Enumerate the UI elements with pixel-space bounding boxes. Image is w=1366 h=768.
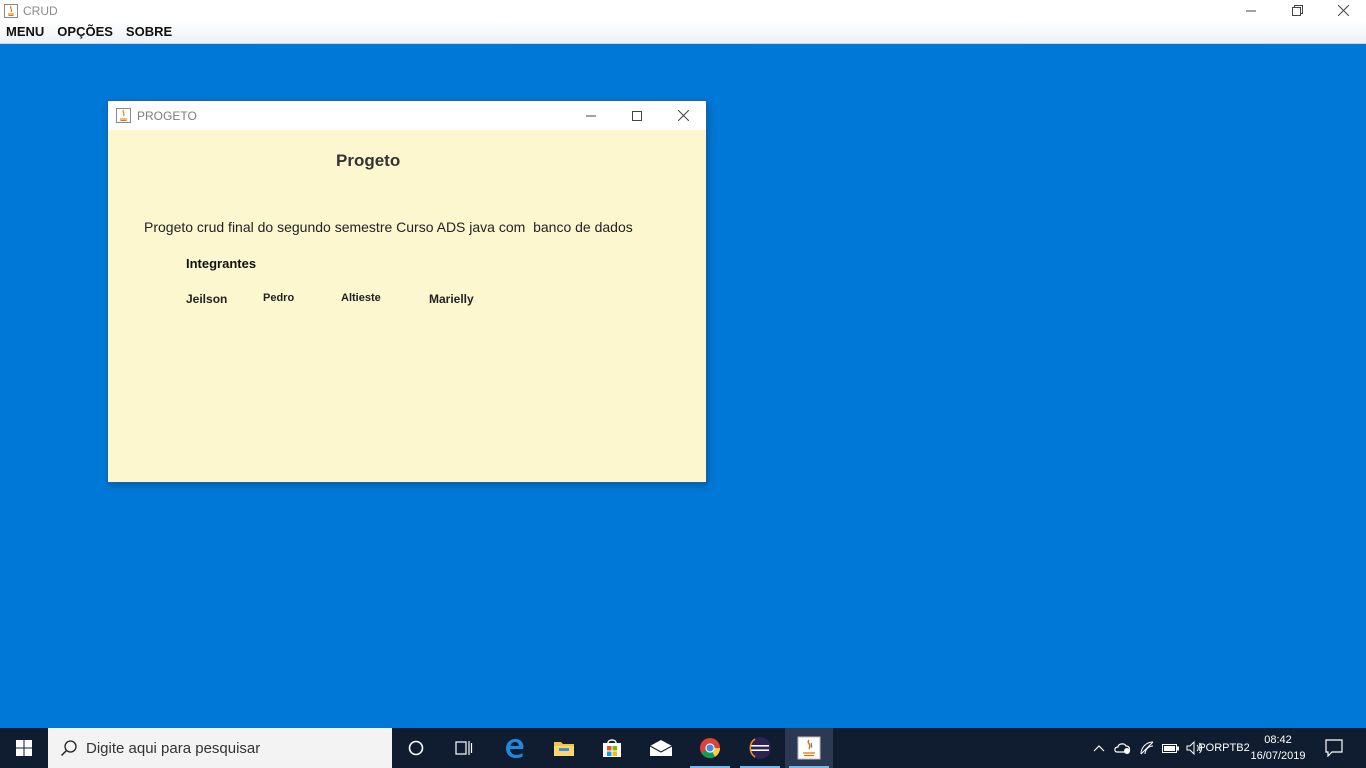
dialog-heading: Progeto bbox=[336, 151, 401, 170]
clock-date: 16/07/2019 bbox=[1250, 750, 1306, 762]
java-icon bbox=[797, 736, 821, 760]
project-description: Progeto crud final do segundo semestre C… bbox=[144, 219, 633, 235]
dialog-title: PROGETO bbox=[137, 108, 197, 123]
file-explorer-icon bbox=[554, 742, 574, 756]
minimize-icon bbox=[586, 115, 596, 116]
menu-bar: MENU OPÇÕES SOBRE bbox=[0, 21, 1366, 44]
store-icon bbox=[603, 739, 621, 757]
menu-menu[interactable]: MENU bbox=[0, 21, 50, 43]
dialog-close-button[interactable] bbox=[660, 101, 706, 130]
menu-opcoes[interactable]: OPÇÕES bbox=[51, 21, 119, 43]
chrome-icon bbox=[700, 738, 721, 759]
dialog-minimize-button[interactable] bbox=[568, 101, 614, 130]
app-titlebar: CRUD bbox=[0, 0, 1366, 21]
progeto-dialog: PROGETO Progeto Progeto crud final do se… bbox=[108, 101, 706, 482]
restore-icon bbox=[1291, 5, 1303, 16]
dialog-maximize-button[interactable] bbox=[614, 101, 660, 130]
chrome-button[interactable] bbox=[686, 728, 734, 768]
wifi-icon bbox=[1140, 741, 1154, 755]
clock-button[interactable]: 08:42 16/07/2019 bbox=[1244, 728, 1312, 768]
action-center-button[interactable] bbox=[1316, 728, 1352, 768]
mail-button[interactable] bbox=[637, 728, 685, 768]
store-button[interactable] bbox=[588, 728, 636, 768]
java-icon bbox=[4, 3, 18, 18]
chevron-up-icon bbox=[1093, 745, 1105, 752]
member-name: Jeilson bbox=[186, 292, 228, 306]
onedrive-tray-button[interactable] bbox=[1112, 728, 1134, 768]
member-name: Altieste bbox=[341, 292, 381, 304]
task-view-button[interactable] bbox=[440, 728, 488, 768]
members-label: Integrantes bbox=[186, 256, 257, 271]
language-code: POR bbox=[1198, 742, 1223, 754]
show-hidden-icons-button[interactable] bbox=[1088, 728, 1110, 768]
edge-icon bbox=[506, 739, 524, 758]
member-name: Pedro bbox=[263, 292, 295, 304]
eclipse-button[interactable] bbox=[736, 728, 784, 768]
dialog-window-controls bbox=[568, 101, 706, 130]
input-language-button[interactable]: POR PTB2 bbox=[1198, 728, 1249, 768]
minimize-button[interactable] bbox=[1228, 0, 1274, 21]
taskbar-search-box[interactable]: Digite aqui para pesquisar bbox=[48, 728, 392, 768]
network-icon bbox=[1114, 743, 1131, 754]
notification-icon bbox=[1325, 739, 1343, 757]
taskbar: Digite aqui para pesquisar POR PTB2 08:4… bbox=[0, 728, 1366, 768]
windows-start-icon bbox=[16, 740, 32, 756]
member-name: Marielly bbox=[429, 292, 474, 306]
start-button[interactable] bbox=[0, 728, 48, 768]
close-icon bbox=[1337, 5, 1349, 16]
app-window-controls bbox=[1228, 0, 1366, 21]
restore-button[interactable] bbox=[1274, 0, 1320, 21]
menu-sobre[interactable]: SOBRE bbox=[120, 21, 178, 43]
battery-tray-button[interactable] bbox=[1160, 728, 1182, 768]
java-icon bbox=[116, 108, 131, 123]
java-app-button[interactable] bbox=[785, 728, 833, 768]
file-explorer-button[interactable] bbox=[540, 728, 588, 768]
clock-time: 08:42 bbox=[1264, 734, 1292, 746]
app-title: CRUD bbox=[23, 3, 58, 18]
close-button[interactable] bbox=[1320, 0, 1366, 21]
cortana-button[interactable] bbox=[392, 728, 440, 768]
search-placeholder: Digite aqui para pesquisar bbox=[86, 739, 261, 757]
maximize-icon bbox=[632, 110, 642, 121]
edge-button[interactable] bbox=[491, 728, 539, 768]
task-view-icon bbox=[455, 741, 473, 755]
minimize-icon bbox=[1246, 10, 1256, 11]
mail-icon bbox=[649, 740, 673, 756]
wifi-tray-button[interactable] bbox=[1136, 728, 1158, 768]
battery-icon bbox=[1162, 744, 1179, 753]
cortana-icon bbox=[408, 740, 424, 756]
search-icon bbox=[60, 740, 77, 757]
dialog-titlebar[interactable]: PROGETO bbox=[108, 101, 706, 130]
eclipse-icon bbox=[749, 737, 771, 759]
close-icon bbox=[677, 110, 689, 121]
